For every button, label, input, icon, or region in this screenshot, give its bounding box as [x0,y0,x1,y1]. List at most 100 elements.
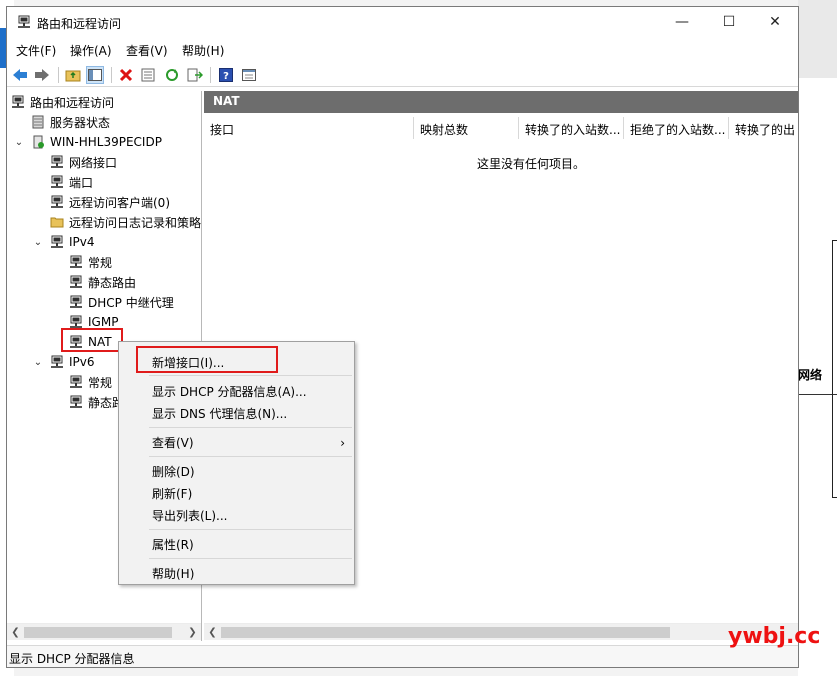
export-icon[interactable] [186,66,204,84]
menu-item-new-interface[interactable]: 新增接口(I)... [152,354,224,371]
igmp-icon [70,315,82,328]
nat-highlight-box [61,328,123,352]
tree-root[interactable]: 路由和远程访问 [11,92,114,112]
dhcp-relay-icon [70,295,82,308]
forward-icon[interactable] [33,66,51,84]
maximize-button[interactable]: ☐ [706,7,752,37]
column-header-inbound-translated[interactable]: 转换了的入站数... [519,117,624,139]
scroll-left-icon[interactable]: ❮ [204,624,221,641]
back-icon[interactable] [11,66,29,84]
menu-help[interactable]: 帮助(H) [182,42,224,59]
menu-file[interactable]: 文件(F) [16,42,56,59]
tree-item-label: 常规 [88,255,113,270]
expand-arrow-icon[interactable]: ⌄ [32,232,44,252]
tree-item-ipv4-dhcp-relay[interactable]: DHCP 中继代理 [69,292,174,312]
details-horizontal-scrollbar[interactable]: ❮ [204,623,798,640]
tree-item-ipv4-general[interactable]: 常规 [69,252,112,272]
menu-item-export-list[interactable]: 导出列表(L)... [152,507,228,524]
menu-action[interactable]: 操作(A) [70,42,112,59]
delete-icon[interactable] [117,66,135,84]
tree-item-remote-logging[interactable]: 远程访问日志记录和策略 [50,212,201,232]
tree-item-server[interactable]: WIN-HHL39PECIDP [31,132,162,152]
tree-item-network-interfaces[interactable]: 网络接口 [50,152,117,172]
menu-separator [149,375,352,376]
tree-item-ipv4[interactable]: IPv4 [50,232,95,252]
tree-root-label: 路由和远程访问 [30,95,115,110]
properties-icon[interactable] [139,66,157,84]
tree-item-label: 远程访问日志记录和策略 [69,215,202,230]
ports-icon [51,175,63,188]
empty-list-message: 这里没有任何项目。 [476,157,585,171]
minimize-button[interactable]: — [659,7,705,37]
computer-icon [12,95,24,108]
static-route-icon [70,275,82,288]
network-interface-icon [51,155,63,168]
menu-item-show-dhcp[interactable]: 显示 DHCP 分配器信息(A)... [152,383,307,400]
rras-app-icon [18,15,30,28]
menu-bar: 文件(F) 操作(A) 查看(V) 帮助(H) [7,39,798,61]
menu-separator [149,427,352,428]
tree-item-label: 端口 [69,175,94,190]
watermark: ywbj.cc [728,624,821,649]
remote-clients-icon [51,195,63,208]
tree-item-label: IGMP [88,315,119,329]
tree-item-ipv4-static-routes[interactable]: 静态路由 [69,272,136,292]
tree-item-label: IPv4 [69,235,95,249]
menu-item-delete[interactable]: 删除(D) [152,463,195,480]
toolbar-separator [58,67,59,83]
server-icon [32,115,44,129]
tree-item-label: 常规 [88,375,113,390]
static-route-icon [70,395,82,408]
menu-item-show-dns[interactable]: 显示 DNS 代理信息(N)... [152,405,287,422]
tree-item-label: DHCP 中继代理 [88,295,174,310]
close-button[interactable]: ✕ [752,7,798,37]
column-header-interface[interactable]: 接口 [204,117,414,139]
up-folder-icon[interactable] [64,66,82,84]
menu-view[interactable]: 查看(V) [126,42,168,59]
menu-item-help[interactable]: 帮助(H) [152,565,194,582]
status-bar: 显示 DHCP 分配器信息 [7,645,798,667]
title-bar[interactable]: 路由和远程访问 — ☐ ✕ [7,7,798,37]
mmc-icon[interactable] [240,66,258,84]
server-computer-icon [33,135,44,149]
rras-window: 路由和远程访问 — ☐ ✕ 文件(F) 操作(A) 查看(V) 帮助(H) ? … [6,6,799,668]
tree-item-label: WIN-HHL39PECIDP [50,135,162,149]
menu-item-refresh[interactable]: 刷新(F) [152,485,192,502]
menu-separator [149,558,352,559]
show-tree-icon[interactable] [86,66,104,84]
menu-separator [149,456,352,457]
tree-item-ports[interactable]: 端口 [50,172,93,192]
submenu-arrow-icon: › [340,436,345,450]
scroll-thumb[interactable] [221,627,670,638]
tree-item-label: 静态路由 [88,275,137,290]
tree-item-ipv6-general[interactable]: 常规 [69,372,112,392]
background-network-label: 网络 [798,368,823,382]
toolbar-separator [210,67,211,83]
expand-arrow-icon[interactable]: ⌄ [32,352,44,372]
general-icon [70,375,82,388]
menu-item-view[interactable]: 查看(V) [152,434,194,451]
refresh-icon[interactable] [163,66,181,84]
background-window-top [798,0,837,78]
scroll-right-icon[interactable]: ❯ [184,624,201,641]
tree-item-ipv6[interactable]: IPv6 [50,352,95,372]
menu-separator [149,529,352,530]
toolbar: ? [7,63,798,87]
tree-horizontal-scrollbar[interactable]: ❮ ❯ [7,623,201,641]
column-header-mappings[interactable]: 映射总数 [414,117,519,139]
column-header-outbound-translated[interactable]: 转换了的出 [729,117,798,139]
expand-arrow-icon[interactable]: ⌄ [13,132,25,152]
scroll-left-icon[interactable]: ❮ [7,624,24,641]
tree-item-server-status[interactable]: 服务器状态 [31,112,110,132]
folder-icon [50,217,64,228]
column-header-inbound-rejected[interactable]: 拒绝了的入站数... [624,117,729,139]
tree-item-remote-clients[interactable]: 远程访问客户端(0) [50,192,170,212]
toolbar-separator [111,67,112,83]
ipv4-icon [51,235,63,248]
menu-item-properties[interactable]: 属性(R) [152,536,194,553]
tree-item-label: IPv6 [69,355,95,369]
background-bracket [832,240,837,498]
scroll-thumb[interactable] [24,627,172,638]
tree-item-label: 远程访问客户端(0) [69,195,170,210]
help-icon[interactable]: ? [217,66,235,84]
